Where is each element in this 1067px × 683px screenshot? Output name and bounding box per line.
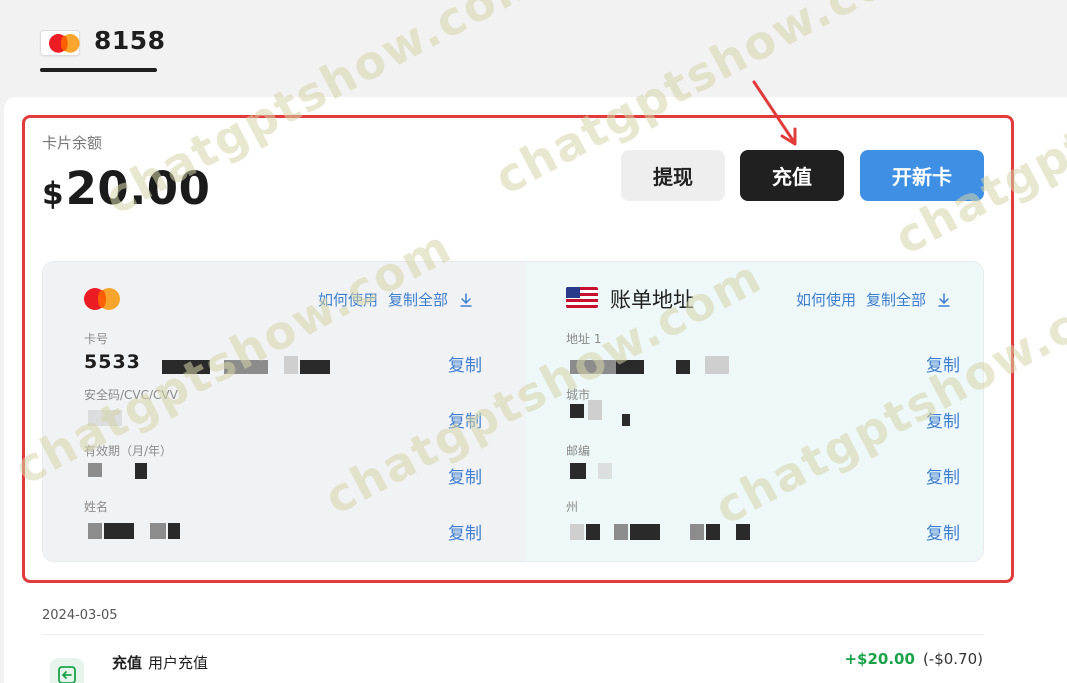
transaction-desc: 用户充值 — [148, 654, 209, 672]
deposit-icon — [50, 658, 84, 683]
annotation-highlight-box — [22, 115, 1014, 583]
transaction-value: +$20.00 — [844, 650, 915, 668]
transaction-type: 充值 — [112, 654, 143, 672]
card-tab[interactable]: 8158 — [40, 20, 165, 72]
mastercard-icon — [40, 30, 80, 56]
transaction-amount: +$20.00 (-$0.70) — [844, 650, 983, 668]
tab-active-indicator — [40, 68, 157, 72]
transaction-date: 2024-03-05 — [42, 608, 118, 623]
transaction-row[interactable]: 充值 用户充值 — [112, 652, 208, 673]
transaction-fee: (-$0.70) — [922, 650, 983, 668]
divider — [42, 634, 984, 635]
card-tab-number: 8158 — [94, 26, 166, 55]
